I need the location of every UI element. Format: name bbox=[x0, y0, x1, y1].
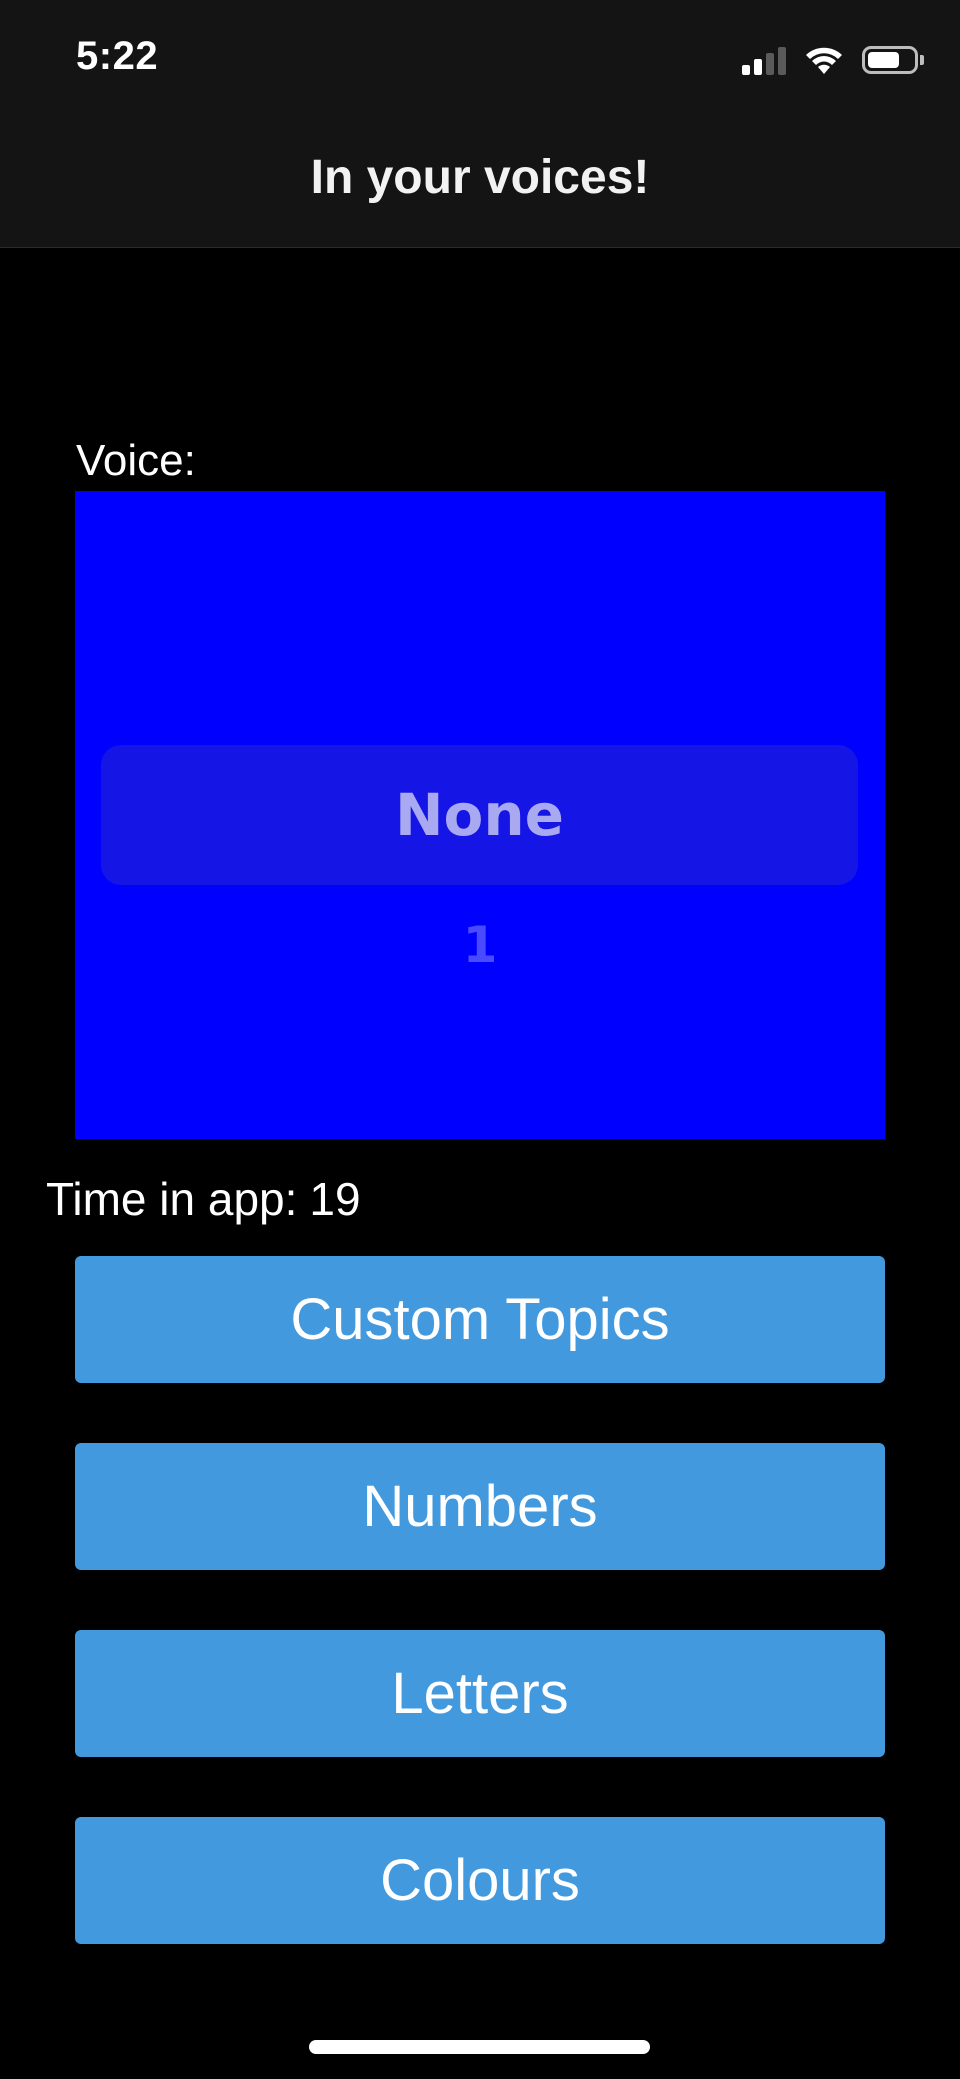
time-in-app-value: 19 bbox=[309, 1173, 361, 1225]
numbers-button[interactable]: Numbers bbox=[75, 1443, 885, 1570]
picker-option[interactable]: 1 bbox=[75, 916, 885, 974]
picker-selected-option[interactable]: None bbox=[101, 745, 858, 885]
colours-button[interactable]: Colours bbox=[75, 1817, 885, 1944]
cellular-signal-icon bbox=[742, 45, 786, 75]
status-time: 5:22 bbox=[76, 34, 159, 78]
time-in-app: Time in app: 19 bbox=[46, 1172, 361, 1226]
nav-title: In your voices! bbox=[310, 151, 650, 204]
letters-button[interactable]: Letters bbox=[75, 1630, 885, 1757]
top-bar: 5:22 In your voices! bbox=[0, 0, 960, 248]
voice-picker[interactable]: None 1 bbox=[75, 491, 885, 1139]
battery-icon bbox=[862, 46, 924, 74]
status-icons bbox=[742, 40, 924, 80]
voice-label: Voice: bbox=[76, 436, 196, 485]
wifi-icon bbox=[806, 47, 842, 74]
time-in-app-label: Time in app: bbox=[46, 1173, 298, 1225]
home-indicator[interactable] bbox=[309, 2040, 650, 2054]
custom-topics-button[interactable]: Custom Topics bbox=[75, 1256, 885, 1383]
